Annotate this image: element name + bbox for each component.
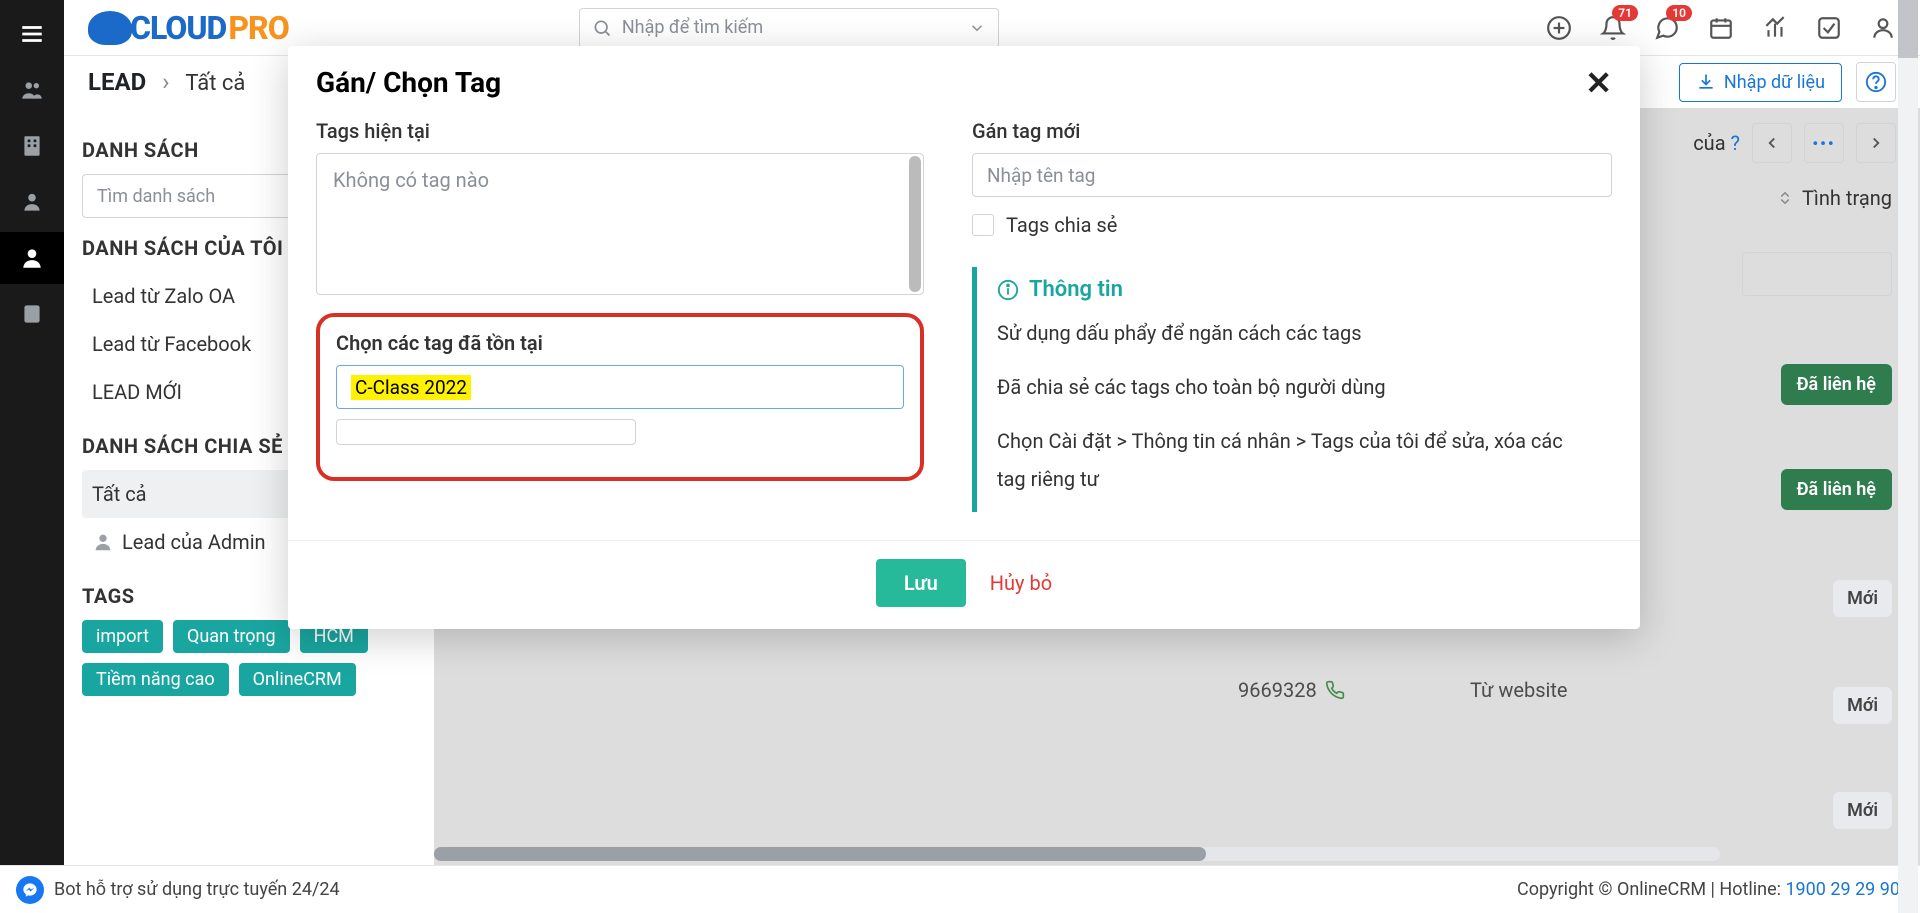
page-scrollbar[interactable] (1898, 0, 1918, 913)
crumb-sep: › (162, 68, 169, 96)
left-rail (0, 0, 64, 913)
search-input[interactable] (622, 17, 958, 38)
current-tags-box[interactable]: Không có tag nào (316, 153, 924, 295)
global-search[interactable] (579, 8, 999, 48)
phone-icon (1325, 680, 1345, 700)
horizontal-scrollbar[interactable] (434, 847, 1720, 861)
lead-phone[interactable]: 9669328 (1238, 678, 1458, 702)
logo[interactable]: CLOUDPRO (88, 9, 289, 47)
new-tag-label: Gán tag mới (972, 119, 1612, 143)
share-tags-label: Tags chia sẻ (1006, 213, 1117, 237)
info-line: Sử dụng dấu phẩy để ngăn cách các tags (997, 314, 1592, 352)
lead-source: Từ website (1470, 678, 1670, 702)
import-label: Nhập dữ liệu (1724, 72, 1825, 93)
modal-header: Gán/ Chọn Tag ✕ (288, 46, 1640, 119)
header-actions: 71 10 (1546, 15, 1896, 41)
copyright: Copyright © OnlineCRM | Hotline: 1900 29… (1517, 879, 1900, 900)
hotline-link[interactable]: 1900 29 29 90 (1785, 879, 1900, 900)
rail-contact-icon[interactable] (0, 232, 64, 284)
info-line: Đã chia sẻ các tags cho toàn bộ người dù… (997, 368, 1592, 406)
add-icon[interactable] (1546, 15, 1572, 41)
current-tags-scrollbar[interactable] (909, 156, 921, 292)
table-row: 9669328 Từ website (434, 640, 1892, 740)
prev-button[interactable] (1752, 123, 1792, 163)
modal-title: Gán/ Chọn Tag (316, 66, 501, 99)
status-pill[interactable]: Đã liên hệ (1781, 364, 1892, 405)
current-tags-label: Tags hiện tại (316, 119, 924, 143)
rail-user-icon[interactable] (0, 176, 64, 228)
menu-button[interactable] (0, 8, 64, 60)
info-callout: Thông tin Sử dụng dấu phẩy để ngăn cách … (972, 267, 1612, 512)
footer: Bot hỗ trợ sử dụng trực tuyến 24/24 Copy… (0, 865, 1920, 913)
status-head[interactable]: Tình trạng (1712, 186, 1892, 210)
scrollbar-thumb[interactable] (1898, 0, 1918, 58)
chevron-down-icon[interactable] (968, 19, 986, 37)
calendar-icon[interactable] (1708, 15, 1734, 41)
tag-chip[interactable]: Tiềm năng cao (82, 663, 229, 696)
modal-footer: Lưu Hủy bỏ (288, 540, 1640, 629)
bot-text: Bot hỗ trợ sử dụng trực tuyến 24/24 (54, 879, 340, 900)
save-button[interactable]: Lưu (876, 559, 966, 607)
share-checkbox[interactable] (972, 214, 994, 236)
tag-chip[interactable]: import (82, 620, 163, 653)
logo-text-main: CLOUD (130, 9, 226, 47)
bell-badge: 71 (1612, 5, 1638, 21)
info-line: Chọn Cài đặt > Thông tin cá nhân > Tags … (997, 422, 1592, 498)
tag-chip[interactable]: OnlineCRM (239, 663, 356, 696)
existing-tags-section: Chọn các tag đã tồn tại C-Class 2022 (316, 313, 924, 481)
crumb-main[interactable]: LEAD (88, 68, 146, 96)
breadcrumb: LEAD › Tất cả (88, 68, 245, 96)
tag-modal: Gán/ Chọn Tag ✕ Tags hiện tại Không có t… (288, 46, 1640, 629)
messenger-icon[interactable] (16, 876, 44, 904)
existing-tags-label: Chọn các tag đã tồn tại (336, 331, 904, 355)
crumb-sub: Tất cả (185, 71, 245, 96)
sidebar-tags: import Quan trọng HCM Tiềm năng cao Onli… (82, 620, 416, 696)
next-button[interactable] (1856, 123, 1896, 163)
import-button[interactable]: Nhập dữ liệu (1679, 63, 1842, 102)
info-title-text: Thông tin (1029, 277, 1123, 302)
share-tags-row[interactable]: Tags chia sẻ (972, 213, 1612, 237)
status-filter-input[interactable] (1742, 252, 1892, 296)
scrollbar-thumb[interactable] (434, 847, 1206, 861)
owner-filter-label: của ? (1693, 131, 1740, 155)
existing-tag-input-value: C-Class 2022 (351, 375, 471, 400)
autocomplete-dropdown[interactable] (336, 419, 636, 445)
user-icon (92, 531, 114, 553)
chat-badge: 10 (1666, 5, 1692, 21)
rail-people-icon[interactable] (0, 64, 64, 116)
cancel-button[interactable]: Hủy bỏ (990, 571, 1052, 595)
chart-icon[interactable] (1762, 15, 1788, 41)
rail-building-icon[interactable] (0, 120, 64, 172)
chat-icon[interactable]: 10 (1654, 15, 1680, 41)
checkbox-icon[interactable] (1816, 15, 1842, 41)
status-pill[interactable]: Đã liên hệ (1781, 469, 1892, 510)
new-tag-input[interactable] (972, 153, 1612, 197)
close-icon[interactable]: ✕ (1585, 67, 1612, 99)
profile-icon[interactable] (1870, 15, 1896, 41)
bell-icon[interactable]: 71 (1600, 15, 1626, 41)
more-button[interactable]: ••• (1804, 123, 1844, 163)
info-icon (997, 279, 1019, 301)
no-tags-placeholder: Không có tag nào (333, 168, 489, 192)
cloud-icon (88, 11, 132, 45)
tag-chip[interactable]: Quan trọng (173, 620, 290, 653)
help-button[interactable] (1856, 62, 1896, 102)
logo-text-sub: PRO (228, 9, 289, 47)
existing-tags-input[interactable]: C-Class 2022 (336, 365, 904, 409)
rail-list-icon[interactable] (0, 288, 64, 340)
